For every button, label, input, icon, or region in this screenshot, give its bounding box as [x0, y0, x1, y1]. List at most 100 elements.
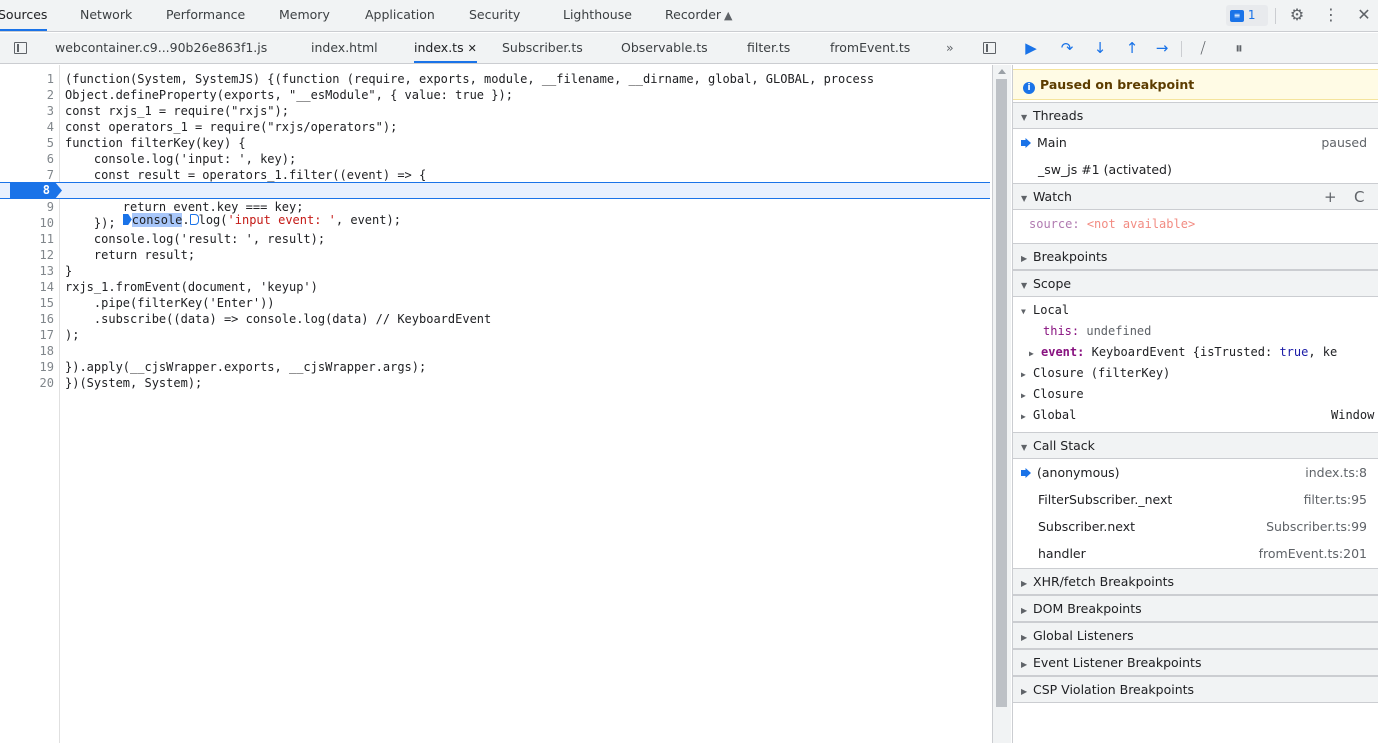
chevron-right-icon: ▶ [1021, 412, 1026, 421]
code-line: 19}).apply(__cjsWrapper.exports, __cjsWr… [0, 359, 990, 375]
line-number[interactable]: 19 [0, 359, 54, 375]
watch-expression-name: source: [1029, 217, 1080, 231]
thread-main[interactable]: Main paused [1013, 129, 1378, 156]
step-icon[interactable]: → [1151, 37, 1173, 59]
section-csp-breakpoints[interactable]: ▶ CSP Violation Breakpoints [1013, 676, 1378, 703]
line-number[interactable]: 5 [0, 135, 54, 151]
step-into-icon[interactable]: ↓ [1089, 37, 1111, 59]
toggle-navigator-icon[interactable] [14, 42, 27, 54]
section-event-listener-breakpoints[interactable]: ▶ Event Listener Breakpoints [1013, 649, 1378, 676]
thread-status: paused [1321, 135, 1367, 150]
section-xhr-breakpoints[interactable]: ▶ XHR/fetch Breakpoints [1013, 568, 1378, 595]
close-icon[interactable]: ✕ [1353, 4, 1375, 26]
frame-location[interactable]: index.ts:8 [1305, 459, 1367, 486]
section-watch[interactable]: ▼ Watch + C [1013, 183, 1378, 210]
line-number[interactable]: 15 [0, 295, 54, 311]
line-number[interactable]: 18 [0, 343, 54, 359]
frame-location[interactable]: Subscriber.ts:99 [1266, 513, 1367, 540]
scope-local[interactable]: ▼ Local [1013, 300, 1378, 321]
chevron-right-icon: ▶ [1021, 370, 1026, 379]
file-tab-index-ts[interactable]: index.ts ✕ [414, 33, 477, 63]
chevron-right-icon: ▶ [1021, 687, 1028, 696]
resume-icon[interactable]: ▶ [1020, 37, 1042, 59]
line-number[interactable]: 3 [0, 103, 54, 119]
code-text: }); [65, 216, 116, 230]
file-tab-fromevent[interactable]: fromEvent.ts [830, 33, 910, 63]
section-title: Global Listeners [1033, 628, 1134, 643]
scope-global[interactable]: ▶ Global Window [1013, 405, 1378, 426]
line-number[interactable]: 2 [0, 87, 54, 103]
line-number[interactable]: 9 [0, 199, 54, 215]
file-tab-webcontainer[interactable]: webcontainer.c9...90b26e863f1.js [55, 33, 267, 63]
call-frame[interactable]: Subscriber.next Subscriber.ts:99 [1013, 513, 1378, 540]
tab-lighthouse[interactable]: Lighthouse [563, 0, 632, 31]
line-number[interactable]: 6 [0, 151, 54, 167]
tab-application[interactable]: Application [365, 0, 435, 31]
tab-security[interactable]: Security [469, 0, 520, 31]
tab-sources[interactable]: Sources [0, 0, 48, 31]
call-frame[interactable]: handler fromEvent.ts:201 [1013, 540, 1378, 567]
code-line: 16 .subscribe((data) => console.log(data… [0, 311, 990, 327]
step-over-icon[interactable]: ↷ [1056, 37, 1078, 59]
refresh-icon[interactable]: C [1354, 184, 1364, 210]
section-threads[interactable]: ▼ Threads [1013, 102, 1378, 129]
chevron-right-icon: ▶ [1021, 606, 1028, 615]
frame-location[interactable]: fromEvent.ts:201 [1259, 540, 1367, 567]
section-global-listeners[interactable]: ▶ Global Listeners [1013, 622, 1378, 649]
section-scope[interactable]: ▼ Scope [1013, 270, 1378, 297]
code-text: return event.key === key; [65, 200, 304, 214]
toggle-debugger-sidebar-icon[interactable] [983, 42, 996, 54]
call-frame[interactable]: (anonymous) index.ts:8 [1013, 459, 1378, 486]
scroll-up-icon[interactable] [998, 69, 1006, 74]
line-number[interactable]: 13 [0, 263, 54, 279]
add-watch-icon[interactable]: + [1324, 184, 1337, 210]
call-frame[interactable]: FilterSubscriber._next filter.ts:95 [1013, 486, 1378, 513]
tab-recorder[interactable]: Recorder ▲ [665, 0, 733, 31]
file-tab-observable[interactable]: Observable.ts [621, 33, 708, 63]
issues-button[interactable]: ≡ 1 [1226, 5, 1268, 26]
line-number[interactable]: 14 [0, 279, 54, 295]
file-tab-index-html[interactable]: index.html [311, 33, 378, 63]
editor-file-tabs: webcontainer.c9...90b26e863f1.js index.h… [0, 33, 1012, 64]
thread-sw[interactable]: _sw_js #1 (activated) [1013, 156, 1378, 183]
file-tab-filter[interactable]: filter.ts [747, 33, 790, 63]
tab-memory[interactable]: Memory [279, 0, 330, 31]
scope-closure[interactable]: ▶ Closure [1013, 384, 1378, 405]
property-value: undefined [1086, 324, 1152, 338]
line-number[interactable]: 12 [0, 247, 54, 263]
line-number[interactable]: 1 [0, 71, 54, 87]
scope-name: Local [1033, 303, 1070, 317]
line-number[interactable]: 10 [0, 215, 54, 231]
section-breakpoints[interactable]: ▶ Breakpoints [1013, 243, 1378, 270]
scope-closure-filterkey[interactable]: ▶ Closure (filterKey) [1013, 363, 1378, 384]
scope-property-this[interactable]: this: undefined [1013, 321, 1378, 342]
watch-expression[interactable]: source: <not available> [1013, 211, 1378, 238]
line-number[interactable]: 7 [0, 167, 54, 183]
frame-location[interactable]: filter.ts:95 [1304, 486, 1367, 513]
breakpoint-marker[interactable]: 8 [10, 183, 62, 198]
close-tab-icon[interactable]: ✕ [468, 42, 477, 55]
step-out-icon[interactable]: ↑ [1121, 37, 1143, 59]
code-line: 10 }); [0, 215, 990, 231]
scope-property-event[interactable]: ▶ event: KeyboardEvent {isTrusted: true, … [1013, 342, 1378, 363]
property-value-bool: true [1279, 345, 1309, 359]
settings-gear-icon[interactable]: ⚙ [1286, 4, 1308, 26]
editor-scrollbar[interactable] [993, 65, 1011, 743]
pause-on-exceptions-icon[interactable]: ⏸ [1228, 37, 1250, 59]
tab-performance[interactable]: Performance [166, 0, 245, 31]
tab-network[interactable]: Network [80, 0, 132, 31]
line-number[interactable]: 4 [0, 119, 54, 135]
more-options-icon[interactable]: ⋮ [1320, 4, 1342, 26]
line-number[interactable]: 20 [0, 375, 54, 391]
frame-name: Subscriber.next [1038, 519, 1136, 534]
file-tab-subscriber[interactable]: Subscriber.ts [502, 33, 583, 63]
line-number[interactable]: 17 [0, 327, 54, 343]
line-number[interactable]: 11 [0, 231, 54, 247]
line-number[interactable]: 16 [0, 311, 54, 327]
scrollbar-thumb[interactable] [996, 79, 1007, 707]
section-dom-breakpoints[interactable]: ▶ DOM Breakpoints [1013, 595, 1378, 622]
more-tabs-button[interactable]: » [946, 33, 954, 63]
code-editor[interactable]: 1 (function(System, SystemJS) {(function … [0, 65, 993, 743]
deactivate-breakpoints-icon[interactable]: ⧸ [1192, 37, 1214, 59]
section-call-stack[interactable]: ▼ Call Stack [1013, 432, 1378, 459]
